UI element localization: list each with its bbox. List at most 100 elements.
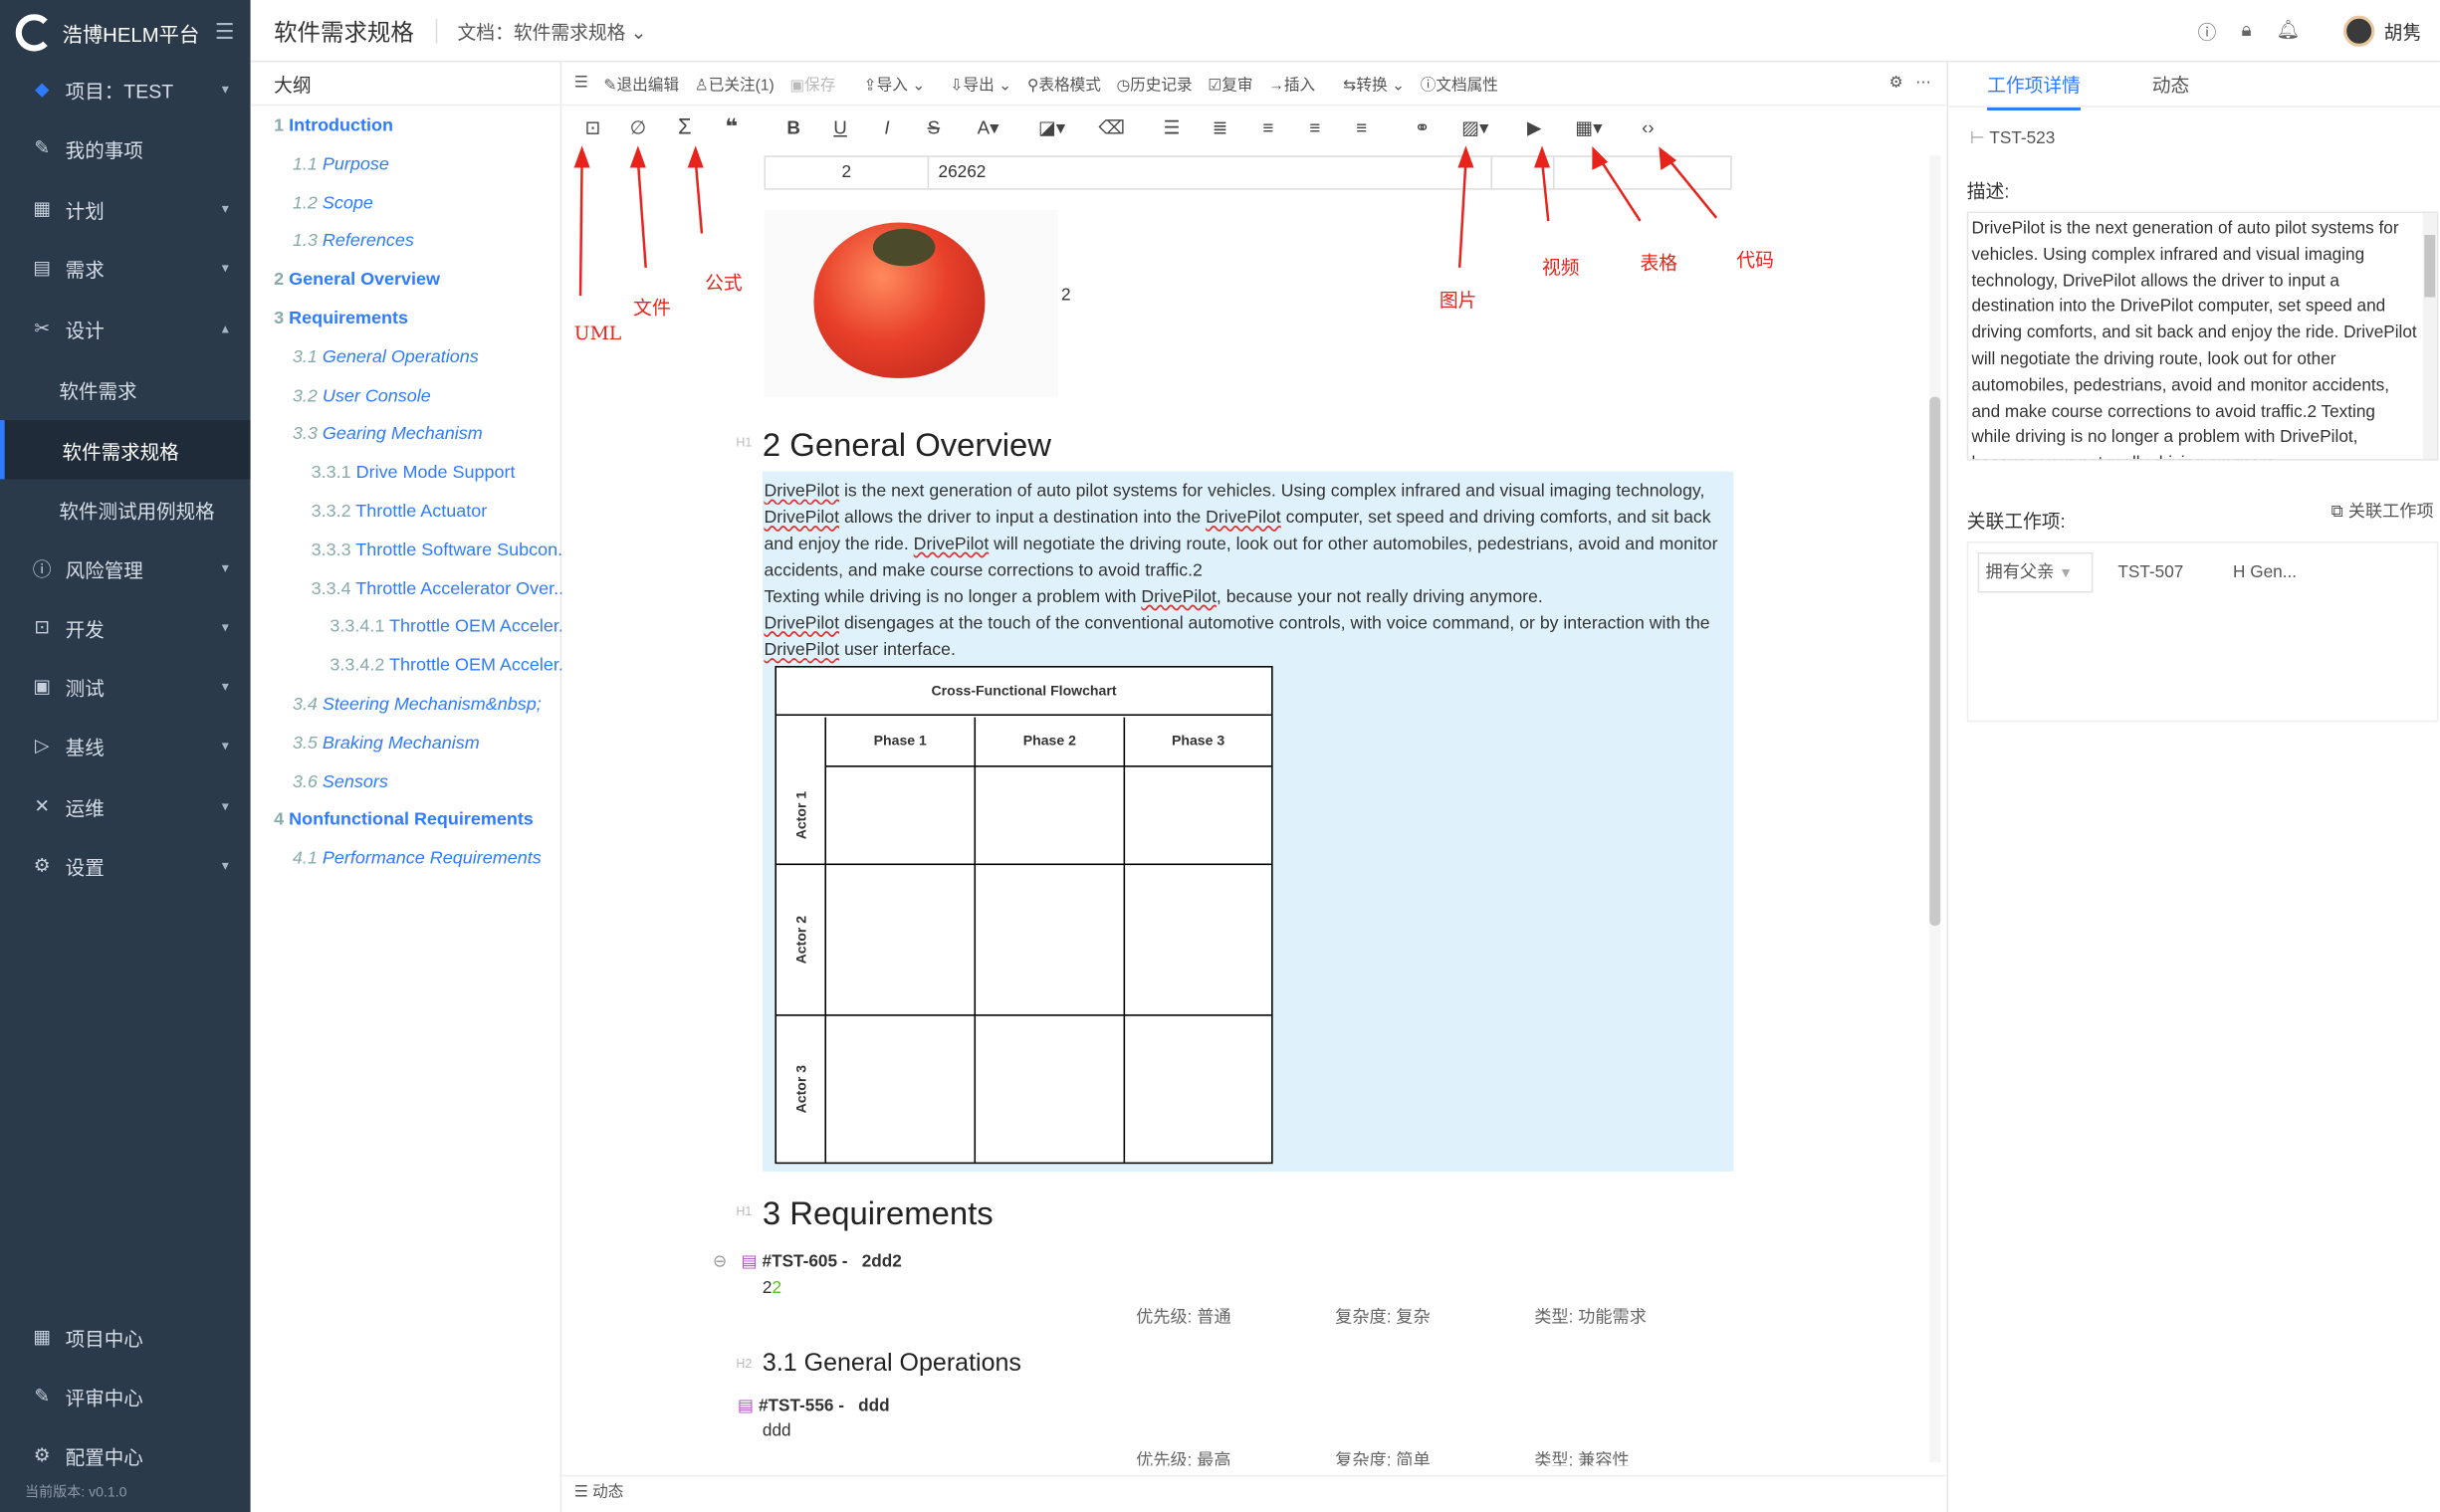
- follow-button[interactable]: ♙已关注(1): [695, 72, 775, 95]
- outline-item[interactable]: 3.3.2 Throttle Actuator: [312, 503, 599, 534]
- arrow-image: [1457, 159, 1467, 268]
- design-icon: ✂: [34, 317, 51, 339]
- table-mode-button[interactable]: ⚲表格模式: [1027, 72, 1101, 95]
- document-icon: ▤: [737, 1397, 755, 1416]
- outline-item[interactable]: 3.3.3 Throttle Software Subcon...: [312, 541, 599, 572]
- exit-edit-button[interactable]: ✎退出编辑: [603, 72, 679, 95]
- sidebar-item-settings[interactable]: ⚙ 设置 ▾: [0, 835, 251, 894]
- insert-button[interactable]: →插入: [1268, 72, 1315, 95]
- sidebar-item-plan[interactable]: ▦ 计划 ▾: [0, 179, 251, 238]
- tab-work-item-details[interactable]: 工作项详情: [1987, 72, 2081, 110]
- paragraph-general-overview[interactable]: DrivePilot is the next generation of aut…: [764, 479, 1728, 664]
- sidebar-item-ops[interactable]: ✕ 运维 ▾: [0, 776, 251, 835]
- outline-item[interactable]: 4.1 Performance Requirements: [293, 850, 580, 881]
- outline-item[interactable]: 2 General Overview: [274, 271, 561, 302]
- sidebar-item-project-center[interactable]: ▦ 项目中心: [0, 1307, 251, 1366]
- sidebar-item-test-case-spec[interactable]: 软件测试用例规格: [0, 479, 251, 538]
- user-menu[interactable]: 胡隽: [2343, 15, 2421, 47]
- sidebar-item-design[interactable]: ✂ 设计 ▴: [0, 299, 251, 357]
- outline-item[interactable]: 3.3 Gearing Mechanism: [293, 425, 580, 456]
- outline-item[interactable]: 3.4 Steering Mechanism&nbsp;: [293, 696, 580, 727]
- outline-item[interactable]: 1.2 Scope: [293, 194, 580, 225]
- requirement-605[interactable]: ⊖ ▤ #TST-605 - 2dd2: [713, 1251, 902, 1271]
- scrollbar-thumb[interactable]: [1929, 396, 1941, 927]
- sidebar-item-config-center[interactable]: ⚙ 配置中心: [0, 1425, 251, 1484]
- convert-button[interactable]: ⇆转换 ⌄: [1343, 72, 1405, 95]
- link-work-item-button[interactable]: ⧉ 关联工作项: [2331, 498, 2434, 523]
- outline-item-label: Throttle OEM Acceler...: [389, 656, 573, 676]
- document-selector[interactable]: 文档：软件需求规格 ⌄: [458, 19, 647, 46]
- bell-icon[interactable]: 🔔︎: [2276, 19, 2300, 46]
- upload-icon: ⇪: [863, 78, 877, 96]
- sidebar-item-baseline[interactable]: ▷ 基线 ▾: [0, 716, 251, 774]
- flowchart-phase-2: Phase 2: [974, 717, 1124, 767]
- flowchart-cell: [974, 766, 1124, 866]
- arrow-file: [636, 159, 647, 268]
- lock-icon[interactable]: 🔒︎: [2241, 19, 2251, 46]
- outline-item-number: 3.6: [292, 772, 318, 791]
- linked-item-id[interactable]: TST-507: [2117, 563, 2183, 582]
- outline-item-label: Purpose: [322, 154, 389, 174]
- menu-collapse-icon[interactable]: ☰: [215, 19, 235, 46]
- outline-item[interactable]: 4 Nonfunctional Requirements: [274, 811, 561, 842]
- editor-scrollbar[interactable]: [1929, 155, 1941, 1463]
- cross-functional-flowchart[interactable]: Cross-Functional Flowchart Phase 1 Phase…: [775, 666, 1273, 1165]
- requirement-556[interactable]: ▤ #TST-556 - ddd: [737, 1396, 890, 1416]
- outline-item[interactable]: 3.6 Sensors: [293, 772, 580, 803]
- outline-item[interactable]: 1 Introduction: [274, 116, 561, 147]
- more-icon[interactable]: ⋯: [1915, 75, 1931, 92]
- arrow-formula: [694, 159, 704, 234]
- outline-item[interactable]: 3.1 General Operations: [293, 348, 580, 379]
- tab-activity[interactable]: 动态: [2152, 72, 2190, 99]
- sidebar-item-my-tasks[interactable]: ✎ 我的事项: [0, 118, 251, 177]
- settings-icon[interactable]: ⚙: [1889, 75, 1903, 92]
- arrowhead: [687, 145, 704, 168]
- outline-item-label: Sensors: [322, 772, 388, 791]
- project-selector[interactable]: ◆ 项目：TEST ▾: [0, 59, 251, 117]
- outline-item-number: 3.3.3: [311, 540, 351, 560]
- sidebar-item-review-center[interactable]: ✎ 评审中心: [0, 1366, 251, 1424]
- outline-item-label: Introduction: [289, 116, 393, 135]
- app-logo[interactable]: 浩博HELM平台: [15, 13, 200, 54]
- sidebar-item-test[interactable]: ▣ 测试 ▾: [0, 657, 251, 716]
- linked-item-title[interactable]: H Gen...: [2233, 563, 2297, 582]
- heading-general-overview: 2 General Overview: [762, 427, 1051, 464]
- chevron-up-icon: ▴: [221, 320, 229, 335]
- description-scrollbar[interactable]: [2422, 213, 2437, 460]
- scrollbar-thumb[interactable]: [2424, 235, 2436, 298]
- divider: [250, 104, 562, 107]
- outline-item[interactable]: 1.3 References: [293, 233, 580, 264]
- export-button[interactable]: ⇩导出 ⌄: [950, 72, 1011, 95]
- history-button[interactable]: ◷历史记录: [1116, 72, 1192, 95]
- doc-props-button[interactable]: ⓘ文档属性: [1421, 72, 1498, 95]
- arrowhead: [1457, 145, 1474, 168]
- relation-select[interactable]: 拥有父亲 ▼: [1977, 551, 2094, 593]
- help-icon[interactable]: ⓘ: [2198, 19, 2217, 46]
- sidebar-item-software-requirements[interactable]: 软件需求: [0, 359, 251, 418]
- arrow-video: [1540, 159, 1550, 222]
- list-icon[interactable]: ☰: [574, 75, 588, 92]
- outline-item[interactable]: 3.2 User Console: [293, 387, 580, 418]
- activity-footer[interactable]: ☰ 动态: [561, 1474, 1947, 1512]
- baseline-icon: ▷: [34, 734, 50, 756]
- outline-item-label: Braking Mechanism: [322, 734, 480, 754]
- outline-item-label: References: [322, 232, 414, 252]
- sidebar-item-dev[interactable]: ⊡ 开发 ▾: [0, 597, 251, 656]
- sidebar-item-requirements[interactable]: ▤ 需求 ▾: [0, 238, 251, 297]
- outline-item[interactable]: 3.3.4 Throttle Accelerator Over...: [312, 579, 599, 610]
- outline-item[interactable]: 3.3.1 Drive Mode Support: [312, 464, 599, 495]
- sidebar-item-risk[interactable]: ⓘ 风险管理 ▾: [0, 539, 251, 597]
- outline-item[interactable]: 3 Requirements: [274, 310, 561, 340]
- history-icon: ◷: [1116, 78, 1131, 96]
- review-button[interactable]: ☑复审: [1208, 72, 1252, 95]
- sidebar-item-software-requirements-spec[interactable]: 软件需求规格: [0, 420, 251, 480]
- requirement-556-body: ddd: [762, 1421, 791, 1441]
- import-button[interactable]: ⇪导入 ⌄: [864, 72, 926, 95]
- annotation-video: 视频: [1542, 256, 1580, 279]
- description-field[interactable]: DrivePilot is the next generation of aut…: [1966, 211, 2439, 461]
- outline-item[interactable]: 3.5 Braking Mechanism: [293, 734, 580, 764]
- annotation-code: 代码: [1736, 249, 1774, 271]
- save-button[interactable]: ▣保存: [789, 72, 835, 95]
- outline-item-label: Steering Mechanism&nbsp;: [322, 695, 542, 715]
- outline-item[interactable]: 1.1 Purpose: [293, 155, 580, 186]
